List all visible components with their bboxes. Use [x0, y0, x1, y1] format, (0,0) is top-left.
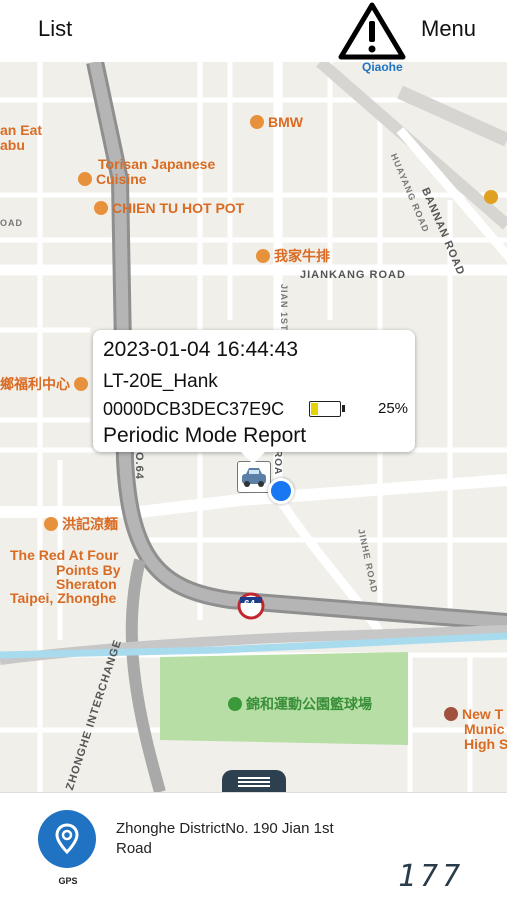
road-oad: OAD — [0, 218, 23, 228]
gps-label: GPS — [58, 876, 78, 886]
poi-abu[interactable]: abu — [0, 137, 25, 153]
poi-qiaohe: Qiaohe — [362, 62, 403, 74]
poi-torisan[interactable]: Torisan Japanese — [98, 156, 215, 172]
road-jian-1st: JIAN 1ST — [279, 284, 289, 332]
poi-newt-2[interactable]: Munic — [464, 721, 504, 737]
popup-datetime: 2023-01-04 16:44:43 — [103, 338, 298, 361]
poi-park[interactable]: 錦和運動公園籃球場 — [228, 694, 372, 714]
counter-display: 177 — [398, 859, 465, 894]
battery-icon — [309, 401, 345, 417]
top-bar: List Menu — [0, 0, 507, 62]
park-icon — [228, 697, 242, 711]
car-icon — [242, 468, 266, 487]
road-jiankang: JIANKANG ROAD — [300, 269, 406, 281]
popup-device-name: LT-20E_Hank — [103, 371, 218, 392]
poi-chien-tu[interactable]: CHIEN TU HOT POT — [94, 200, 244, 216]
current-location-dot — [268, 478, 294, 504]
poi-fuli[interactable]: 鄉福利中心 — [0, 374, 92, 394]
popup-device-id: 0000DCB3DEC37E9C — [103, 399, 285, 419]
poi-torisan-line2[interactable]: Cuisine — [78, 171, 147, 187]
hotel-icon — [484, 190, 498, 204]
drawer-handle[interactable] — [222, 770, 286, 792]
battery-level — [311, 403, 318, 415]
warning-triangle-icon[interactable] — [338, 2, 406, 60]
restaurant-icon — [44, 517, 58, 531]
restaurant-icon — [256, 249, 270, 263]
poi-wojia[interactable]: 我家牛排 — [256, 246, 330, 266]
road-jian-short: ROA — [272, 450, 283, 476]
poi-hotel[interactable] — [484, 190, 502, 205]
gps-button[interactable] — [38, 810, 96, 868]
restaurant-icon — [78, 172, 92, 186]
address-text: Zhonghe DistrictNo. 190 Jian 1st Road — [116, 820, 334, 857]
restaurant-icon — [94, 201, 108, 215]
vehicle-marker[interactable] — [237, 461, 271, 493]
menu-button[interactable]: Menu — [421, 16, 476, 42]
poi-an-eat[interactable]: an Eat — [0, 122, 42, 138]
shop-icon — [74, 377, 88, 391]
road-expressway: O.64 — [133, 452, 145, 480]
poi-newt-3[interactable]: High S — [464, 736, 507, 752]
popup-battery-percent: 25% — [378, 400, 409, 417]
list-button[interactable]: List — [38, 16, 72, 42]
popup-report-type: Periodic Mode Report — [103, 424, 307, 447]
bottom-panel: GPS Zhonghe DistrictNo. 190 Jian 1st Roa… — [0, 792, 507, 901]
poi-newt[interactable]: New T — [444, 706, 503, 722]
poi-sheraton-4[interactable]: Taipei, Zhonghe — [10, 590, 116, 606]
poi-sheraton-1[interactable]: The Red At Four — [10, 547, 118, 563]
highway-shield: 64 — [244, 599, 256, 610]
poi-hongji[interactable]: 洪記涼麵 — [44, 514, 118, 534]
car-dealer-icon — [250, 115, 264, 129]
poi-bmw[interactable]: BMW — [250, 114, 303, 130]
school-icon — [444, 707, 458, 721]
location-pin-icon — [55, 823, 79, 855]
device-info-popup[interactable]: 2023-01-04 16:44:43 LT-20E_Hank 0000DCB3… — [93, 330, 415, 464]
